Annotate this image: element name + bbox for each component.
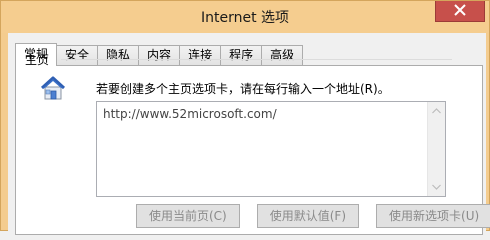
home-page-buttons: 使用当前页(C) 使用默认值(F) 使用新选项卡(U) [136,204,490,228]
tab-privacy[interactable]: 隐私 [97,45,140,65]
tab-security[interactable]: 安全 [56,45,99,65]
home-page-url-textarea[interactable]: http://www.52microsoft.com/ [96,101,446,197]
tab-connections[interactable]: 连接 [179,45,222,65]
close-button[interactable] [435,1,485,22]
tab-programs[interactable]: 程序 [220,45,263,65]
use-new-tab-button[interactable]: 使用新选项卡(U) [376,204,490,228]
use-default-button[interactable]: 使用默认值(F) [256,204,360,228]
home-page-instruction: 若要创建多个主页选项卡，请在每行输入一个地址(R)。 [96,82,390,96]
tab-strip: 常规 安全 隐私 内容 连接 程序 高级 [15,43,304,66]
home-icon [39,75,67,101]
internet-options-window: Internet 选项 常规 安全 隐私 内容 连接 程序 高级 主页 若要创建… [0,0,490,235]
tab-advanced[interactable]: 高级 [261,45,304,65]
url-value: http://www.52microsoft.com/ [103,107,277,121]
scroll-down-icon[interactable] [431,182,441,192]
use-current-button[interactable]: 使用当前页(C) [136,204,240,228]
home-page-section-label: 主页 [25,53,50,67]
close-icon [454,3,466,19]
tab-content[interactable]: 内容 [138,45,181,65]
section-divider [61,59,452,60]
textarea-scrollbar[interactable] [427,102,445,196]
title-bar[interactable]: Internet 选项 [1,1,489,33]
window-title: Internet 选项 [200,10,290,26]
scroll-up-icon[interactable] [431,106,441,116]
